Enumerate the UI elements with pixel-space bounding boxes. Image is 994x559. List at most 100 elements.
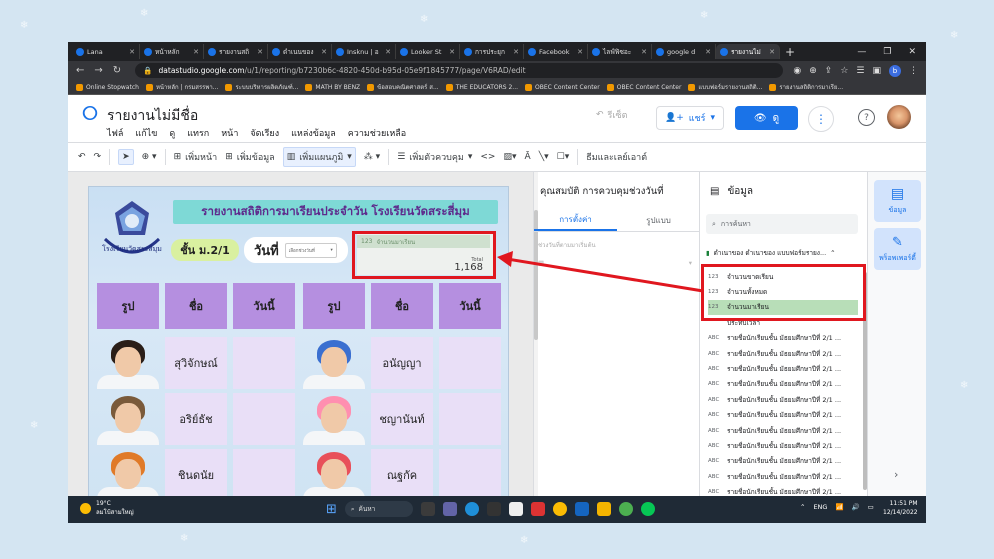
bookmark-item[interactable]: MATH BY BENZ: [305, 83, 360, 91]
today-status-cell[interactable]: [439, 393, 501, 445]
extensions-icon[interactable]: ☰: [856, 66, 864, 76]
menu-item[interactable]: แทรก: [187, 126, 209, 140]
close-tab-icon[interactable]: ✕: [193, 48, 199, 56]
undo-icon[interactable]: ↶: [78, 152, 86, 162]
embed-code-icon[interactable]: <>: [480, 152, 495, 162]
sidepanel-icon[interactable]: ▣: [872, 66, 881, 76]
new-tab-button[interactable]: +: [785, 45, 795, 59]
windows-start-icon[interactable]: ⊞: [326, 502, 337, 517]
menu-item[interactable]: ไฟล์: [107, 126, 123, 140]
student-name[interactable]: อนัญญา: [371, 337, 433, 389]
data-field[interactable]: ABC รายชื่อนักเรียนชั้น มัธยมศึกษาปีที่ 2…: [708, 454, 858, 469]
column-header[interactable]: วันนี้: [439, 283, 501, 329]
column-header[interactable]: รูป: [303, 283, 365, 329]
redo-icon[interactable]: ↷: [94, 152, 102, 162]
url-field[interactable]: 🔒 datastudio.google.com/u/1/reporting/b7…: [135, 63, 784, 78]
data-source-row[interactable]: ▮ ดำเนาของ ดำเนาของ แบบฟอร์มรายง... ⌃: [706, 248, 860, 258]
text-box-icon[interactable]: Ā: [525, 152, 531, 162]
zoom-tool-icon[interactable]: ⊕ ▾: [142, 152, 157, 162]
shape-icon[interactable]: ☐▾: [557, 152, 570, 162]
bookmark-item[interactable]: OBEC Content Center: [606, 83, 681, 91]
back-icon[interactable]: ←: [76, 65, 84, 76]
chevron-up-icon[interactable]: ⌃: [830, 249, 835, 257]
bookmark-item[interactable]: ข้อสอบคณิตศาสตร์ ส...: [367, 82, 439, 92]
browser-tab[interactable]: Looker St ✕: [396, 44, 460, 59]
browser-tab[interactable]: รายงานไม่ ✕: [716, 44, 780, 59]
data-field[interactable]: ABC รายชื่อนักเรียนชั้น มัธยมศึกษาปีที่ 2…: [708, 331, 858, 346]
report-title[interactable]: รายงานไม่มีชื่อ: [107, 105, 198, 127]
data-field[interactable]: ABC รายชื่อนักเรียนชั้น มัธยมศึกษาปีที่ 2…: [708, 469, 858, 484]
share-button[interactable]: 👤+ แชร์ ▾: [656, 106, 724, 130]
image-icon[interactable]: ▨▾: [503, 152, 516, 162]
browser-tab[interactable]: Lana ✕: [72, 44, 140, 59]
tab-style[interactable]: รูปแบบ: [617, 210, 700, 231]
student-name[interactable]: ชินดนัย: [165, 449, 227, 496]
column-header[interactable]: รูป: [97, 283, 159, 329]
add-control-button[interactable]: ☰ เพิ่มตัวควบคุม ▾: [397, 150, 472, 164]
close-tab-icon[interactable]: ✕: [257, 48, 263, 56]
data-field[interactable]: ABC รายชื่อนักเรียนชั้น มัธยมศึกษาปีที่ 2…: [708, 408, 858, 423]
today-status-cell[interactable]: [233, 337, 295, 389]
battery-icon[interactable]: ▭: [868, 503, 874, 511]
add-chart-button[interactable]: ▥ เพิ่มแผนภูมิ ▾: [282, 147, 356, 167]
report-canvas[interactable]: โรงเรียนวัดสระสี่มุม รายงานสถิติการมาเรี…: [68, 172, 533, 496]
menu-item[interactable]: หน้า: [221, 126, 238, 140]
menu-item[interactable]: จัดเรียง: [250, 126, 279, 140]
mail-icon[interactable]: [574, 502, 589, 516]
menu-item[interactable]: ความช่วยเหลือ: [348, 126, 406, 140]
chrome-icon[interactable]: [552, 502, 567, 516]
today-status-cell[interactable]: [439, 337, 501, 389]
data-field[interactable]: ABC รายชื่อนักเรียนชั้น มัธยมศึกษาปีที่ 2…: [708, 392, 858, 407]
add-page-button[interactable]: ⊞ เพิ่มหน้า: [174, 150, 218, 164]
close-tab-icon[interactable]: ✕: [705, 48, 711, 56]
looker-studio-logo-icon[interactable]: ⭘: [82, 102, 98, 124]
browser-tab[interactable]: ดำเนนของ ✕: [268, 44, 332, 59]
forward-icon[interactable]: →: [94, 65, 102, 76]
close-tab-icon[interactable]: ✕: [769, 48, 775, 56]
browser-tab[interactable]: google d ✕: [652, 44, 716, 59]
weather-widget[interactable]: 19°C ลมโบ้สามใหญ่: [80, 500, 134, 517]
maximize-button[interactable]: ❐: [883, 47, 891, 57]
bookmark-item[interactable]: OBEC Content Center: [525, 83, 600, 91]
bookmark-item[interactable]: THE EDUCATORS 2...: [445, 83, 518, 91]
close-tab-icon[interactable]: ✕: [513, 48, 519, 56]
student-name[interactable]: สุวิจักษณ์: [165, 337, 227, 389]
field-search-input[interactable]: ⌕ การค้นหา: [706, 214, 858, 234]
report-header-title[interactable]: รายงานสถิติการมาเรียนประจำวัน โรงเรียนวั…: [173, 200, 498, 224]
select-cursor-icon[interactable]: ➤: [118, 149, 134, 165]
bookmark-item[interactable]: หน้าหลัก | กรมสรรพา...: [145, 82, 218, 92]
browser-tab[interactable]: ไลฟ์ฟิซอะ ✕: [588, 44, 652, 59]
browser-tab[interactable]: หน้าหลัก ✕: [140, 44, 204, 59]
edge-icon[interactable]: [464, 502, 479, 516]
browser-tab[interactable]: Insknu | อ ✕: [332, 44, 396, 59]
browser-tab[interactable]: Facebook ✕: [524, 44, 588, 59]
close-tab-icon[interactable]: ✕: [577, 48, 583, 56]
close-tab-icon[interactable]: ✕: [321, 48, 327, 56]
google-lens-icon[interactable]: ◉: [793, 66, 801, 76]
rail-properties-button[interactable]: ✎ พร็อพเพอร์ตี้: [874, 228, 921, 270]
browser-tab[interactable]: รายงานสถิ ✕: [204, 44, 268, 59]
wifi-icon[interactable]: 📶: [835, 503, 843, 511]
app-icon[interactable]: [530, 502, 545, 516]
student-name[interactable]: อริย์ธัช: [165, 393, 227, 445]
column-header[interactable]: ชื่อ: [371, 283, 433, 329]
browser-menu-icon[interactable]: ⋮: [909, 66, 918, 76]
line-icon[interactable]: ╲▾: [539, 152, 549, 162]
close-tab-icon[interactable]: ✕: [129, 48, 135, 56]
data-field[interactable]: ABC รายชื่อนักเรียนชั้น มัธยมศึกษาปีที่ 2…: [708, 377, 858, 392]
bookmark-item[interactable]: แบบฟอร์มรายงานสถิติ...: [688, 82, 762, 92]
data-field[interactable]: ABC รายชื่อนักเรียนชั้น มัธยมศึกษาปีที่ 2…: [708, 361, 858, 376]
date-control[interactable]: วันที่ เลือกช่วงวันที่ ▾: [244, 237, 348, 263]
task-view-icon[interactable]: [420, 502, 435, 516]
rail-data-button[interactable]: ▤ ข้อมูล: [874, 180, 921, 222]
date-range-select[interactable]: เลือกช่วงวันที่ ▾: [284, 242, 337, 258]
line-app-icon[interactable]: [640, 502, 655, 516]
menu-item[interactable]: แก้ไข: [135, 126, 157, 140]
class-label[interactable]: ชั้น ม.2/1: [171, 239, 239, 261]
volume-icon[interactable]: 🔊: [852, 503, 860, 511]
browser-tab[interactable]: การประยุก ✕: [460, 44, 524, 59]
bookmark-item[interactable]: ระบบบริหารผลิตภัณฑ์...: [225, 82, 298, 92]
notion-icon[interactable]: [486, 502, 501, 516]
today-status-cell[interactable]: [439, 449, 501, 496]
more-options-button[interactable]: ⋮: [808, 106, 834, 132]
